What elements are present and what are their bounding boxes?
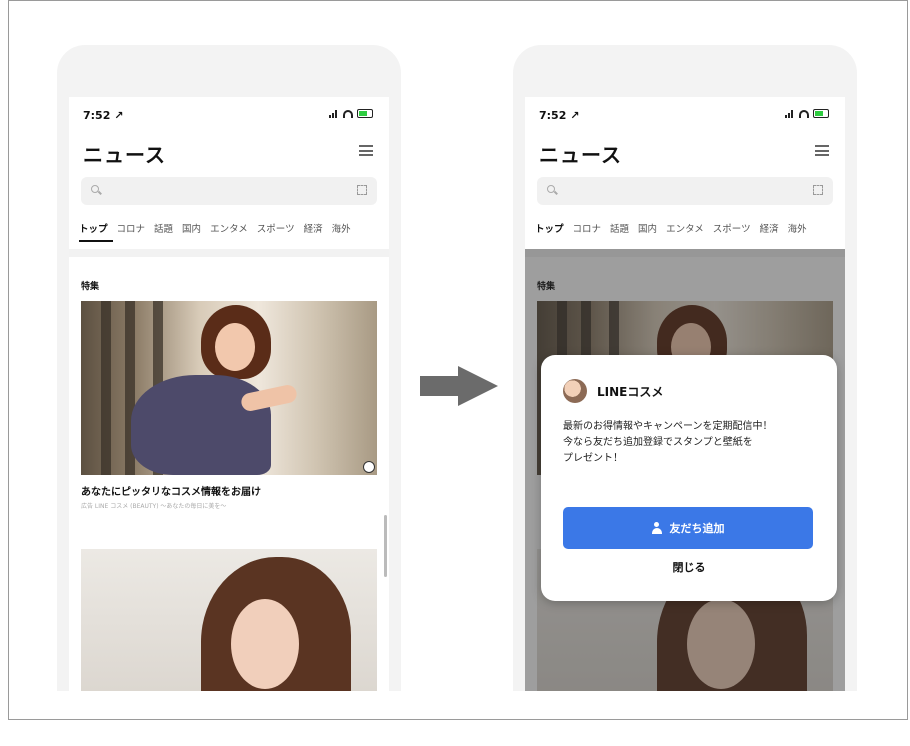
signal-icon: [785, 109, 795, 118]
tab-domestic[interactable]: 国内: [182, 221, 201, 235]
menu-icon[interactable]: [815, 145, 829, 156]
tab-topics[interactable]: 話題: [610, 221, 629, 235]
tab-domestic[interactable]: 国内: [638, 221, 657, 235]
scan-icon[interactable]: [813, 185, 823, 195]
feature-photo[interactable]: [81, 301, 377, 475]
second-article-photo[interactable]: [81, 549, 377, 691]
left-screen: 7:52 ↗ ニュース トップ コロナ 話題 国内 エンタメ スポーツ 経済 海…: [69, 97, 389, 691]
signal-icon: [329, 109, 339, 118]
search-input[interactable]: [537, 177, 833, 205]
account-name: LINEコスメ: [597, 385, 664, 399]
section-label: 特集: [81, 282, 100, 292]
tab-top[interactable]: トップ: [535, 221, 564, 235]
menu-icon[interactable]: [359, 145, 373, 156]
battery-icon: [357, 109, 373, 118]
category-tabs: トップ コロナ 話題 国内 エンタメ スポーツ 経済 海外: [79, 221, 351, 235]
divider: [69, 249, 389, 257]
tab-sports[interactable]: スポーツ: [713, 221, 751, 235]
add-friend-popup: LINEコスメ 最新のお得情報やキャンペーンを定期配信中！ 今なら友だち追加登録…: [541, 355, 837, 601]
article-title[interactable]: あなたにピッタリなコスメ情報をお届け: [81, 483, 261, 498]
tab-world[interactable]: 海外: [788, 221, 807, 235]
wifi-icon: [799, 109, 809, 118]
category-tabs: トップ コロナ 話題 国内 エンタメ スポーツ 経済 海外: [535, 221, 807, 235]
popup-message: 最新のお得情報やキャンペーンを定期配信中！ 今なら友だち追加登録でスタンプと壁紙…: [563, 421, 773, 464]
tab-economy[interactable]: 経済: [760, 221, 779, 235]
status-time: 7:52 ↗: [83, 109, 124, 122]
scrollbar[interactable]: [384, 515, 387, 577]
right-arrow-icon: [420, 366, 498, 406]
status-icons: [785, 109, 829, 118]
search-input[interactable]: [81, 177, 377, 205]
add-friend-button[interactable]: 友だち追加: [563, 507, 813, 549]
page-title: ニュース: [539, 143, 622, 167]
scan-icon[interactable]: [357, 185, 367, 195]
left-phone: 7:52 ↗ ニュース トップ コロナ 話題 国内 エンタメ スポーツ 経済 海…: [57, 45, 401, 691]
tab-world[interactable]: 海外: [332, 221, 351, 235]
active-tab-indicator: [79, 240, 113, 242]
account-avatar: [563, 379, 587, 403]
search-icon: [91, 185, 99, 193]
article-source: 広告 LINE コスメ (BEAUTY) 〜あなたの毎日に美を〜: [81, 503, 227, 510]
tab-entertainment[interactable]: エンタメ: [666, 221, 704, 235]
tab-sports[interactable]: スポーツ: [257, 221, 295, 235]
tab-entertainment[interactable]: エンタメ: [210, 221, 248, 235]
wifi-icon: [343, 109, 353, 118]
comment-icon[interactable]: [363, 461, 375, 473]
tab-top[interactable]: トップ: [79, 221, 108, 235]
right-phone: 7:52 ↗ ニュース トップ コロナ 話題 国内 エンタメ スポーツ 経済 海…: [513, 45, 857, 691]
tab-corona[interactable]: コロナ: [573, 221, 602, 235]
close-button[interactable]: 閉じる: [541, 559, 837, 575]
tab-corona[interactable]: コロナ: [117, 221, 146, 235]
status-icons: [329, 109, 373, 118]
search-icon: [547, 185, 555, 193]
status-time: 7:52 ↗: [539, 109, 580, 122]
right-screen: 7:52 ↗ ニュース トップ コロナ 話題 国内 エンタメ スポーツ 経済 海…: [525, 97, 845, 691]
person-icon: [651, 522, 662, 534]
tab-topics[interactable]: 話題: [154, 221, 173, 235]
tab-economy[interactable]: 経済: [304, 221, 323, 235]
battery-icon: [813, 109, 829, 118]
page-title: ニュース: [83, 143, 166, 167]
